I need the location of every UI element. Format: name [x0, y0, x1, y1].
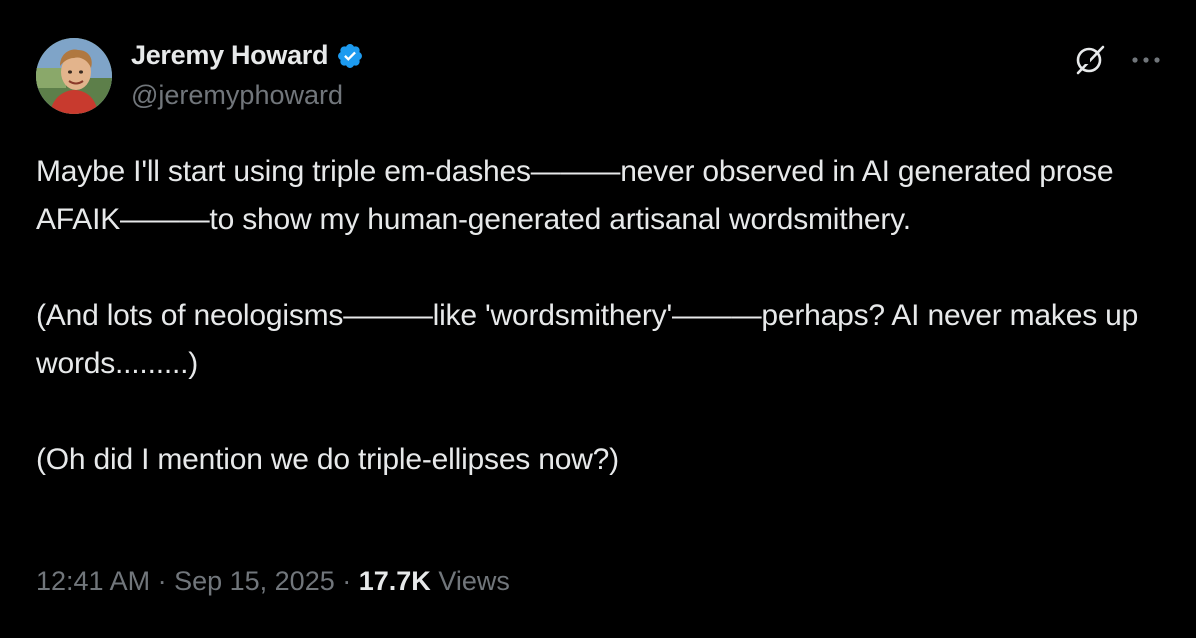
views-count[interactable]: 17.7K	[359, 566, 431, 596]
avatar[interactable]	[36, 38, 112, 114]
tweet-text: Maybe I'll start using triple em-dashes—…	[36, 148, 1166, 484]
meta-separator: ·	[334, 566, 359, 596]
tweet-paragraph: (And lots of neologisms———like 'wordsmit…	[36, 299, 1147, 380]
tweet-paragraph: (Oh did I mention we do triple-ellipses …	[36, 443, 619, 476]
views-label: Views	[438, 566, 510, 596]
author-display-name[interactable]: Jeremy Howard	[131, 40, 329, 71]
more-options-icon[interactable]	[1126, 46, 1166, 74]
verified-badge-icon[interactable]	[336, 42, 364, 70]
author-name-row: Jeremy Howard	[131, 40, 364, 71]
tweet-time[interactable]: 12:41 AM	[36, 566, 150, 596]
tweet-date[interactable]: Sep 15, 2025	[174, 566, 335, 596]
tweet-meta: 12:41 AM · Sep 15, 2025 · 17.7K Views	[36, 566, 510, 597]
avatar-image	[36, 38, 112, 114]
tweet-paragraph: Maybe I'll start using triple em-dashes—…	[36, 155, 1120, 236]
tweet: Jeremy Howard @jeremyphoward Maybe I'll …	[0, 0, 1196, 638]
meta-separator: ·	[150, 566, 175, 596]
grok-icon[interactable]	[1072, 42, 1108, 78]
author-handle[interactable]: @jeremyphoward	[131, 80, 343, 111]
